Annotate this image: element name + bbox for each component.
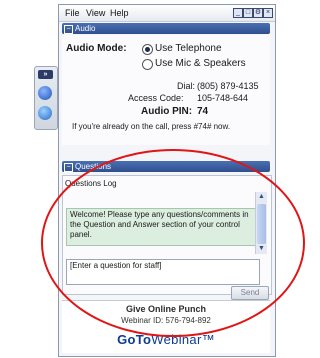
audio-mode-label: Audio Mode: [66, 43, 127, 54]
access-code-value: 105-748-644 [197, 93, 249, 103]
collapse-icon[interactable]: − [64, 25, 73, 34]
mic-speakers-radio[interactable] [142, 59, 153, 70]
audio-section-title: Audio [75, 24, 96, 33]
audio-panel: Audio Mode: Use Telephone Use Mic & Spea… [62, 35, 270, 145]
telephone-radio[interactable] [142, 44, 153, 55]
collapse-icon[interactable]: − [64, 163, 73, 172]
menu-file[interactable]: File [65, 8, 80, 18]
menu-help[interactable]: Help [110, 8, 129, 18]
screen-share-icon[interactable] [38, 86, 52, 100]
telephone-option-label[interactable]: Use Telephone [155, 43, 222, 54]
close-button[interactable]: × [263, 8, 273, 18]
audio-pin-value: 74 [197, 106, 209, 117]
menu-bar: File View Help _ □ ⚙ × [59, 5, 275, 22]
audio-section-header[interactable]: − Audio [62, 23, 270, 34]
restore-button[interactable]: □ [243, 8, 253, 18]
menu-view[interactable]: View [86, 8, 105, 18]
call-note: If you're already on the call, press #74… [72, 122, 231, 131]
mic-speakers-option-label[interactable]: Use Mic & Speakers [155, 58, 246, 69]
expand-panel-button[interactable]: » [38, 70, 53, 79]
minimize-button[interactable]: _ [233, 8, 243, 18]
highlight-ellipse [41, 149, 305, 337]
options-button[interactable]: ⚙ [253, 8, 263, 18]
audio-pin-label: Audio PIN: [141, 106, 193, 117]
access-code-label: Access Code: [128, 93, 184, 103]
mini-toolbar: » [34, 66, 58, 130]
dial-label: Dial: [177, 81, 196, 91]
handout-icon[interactable] [38, 106, 52, 120]
dial-number: (805) 879-4135 [197, 81, 259, 91]
